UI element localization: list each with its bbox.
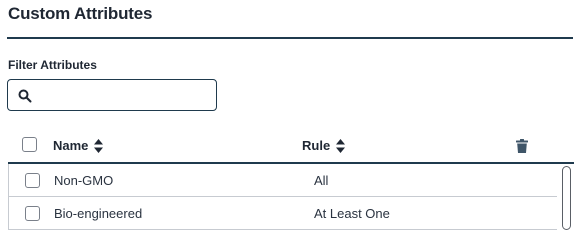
- trash-icon[interactable]: [516, 139, 528, 153]
- select-all-checkbox[interactable]: [22, 137, 37, 152]
- cell-name: Bio-engineered: [54, 206, 143, 221]
- sort-icon[interactable]: [336, 138, 346, 153]
- page-title: Custom Attributes: [8, 4, 153, 23]
- column-header-name-label: Name: [53, 138, 89, 153]
- column-header-rule[interactable]: Rule: [302, 138, 346, 153]
- row-checkbox[interactable]: [25, 173, 40, 188]
- cell-name: Non-GMO: [54, 173, 114, 188]
- column-header-rule-label: Rule: [302, 138, 331, 153]
- sort-icon[interactable]: [94, 138, 104, 153]
- table-header: Name Rule: [8, 128, 574, 164]
- table-scrollbar[interactable]: [562, 166, 571, 230]
- row-checkbox[interactable]: [25, 206, 40, 221]
- column-header-name[interactable]: Name: [53, 138, 104, 153]
- table-row[interactable]: Non-GMO All: [9, 164, 557, 197]
- filter-label: Filter Attributes: [8, 58, 97, 72]
- table-body: Non-GMO All Bio-engineered At Least One: [8, 164, 574, 230]
- filter-search-box[interactable]: [7, 79, 217, 111]
- cell-rule: At Least One: [314, 206, 390, 221]
- filter-input[interactable]: [40, 84, 214, 108]
- table-row[interactable]: Bio-engineered At Least One: [9, 197, 557, 230]
- search-icon: [18, 89, 32, 103]
- cell-rule: All: [314, 173, 329, 188]
- title-divider: [7, 37, 573, 39]
